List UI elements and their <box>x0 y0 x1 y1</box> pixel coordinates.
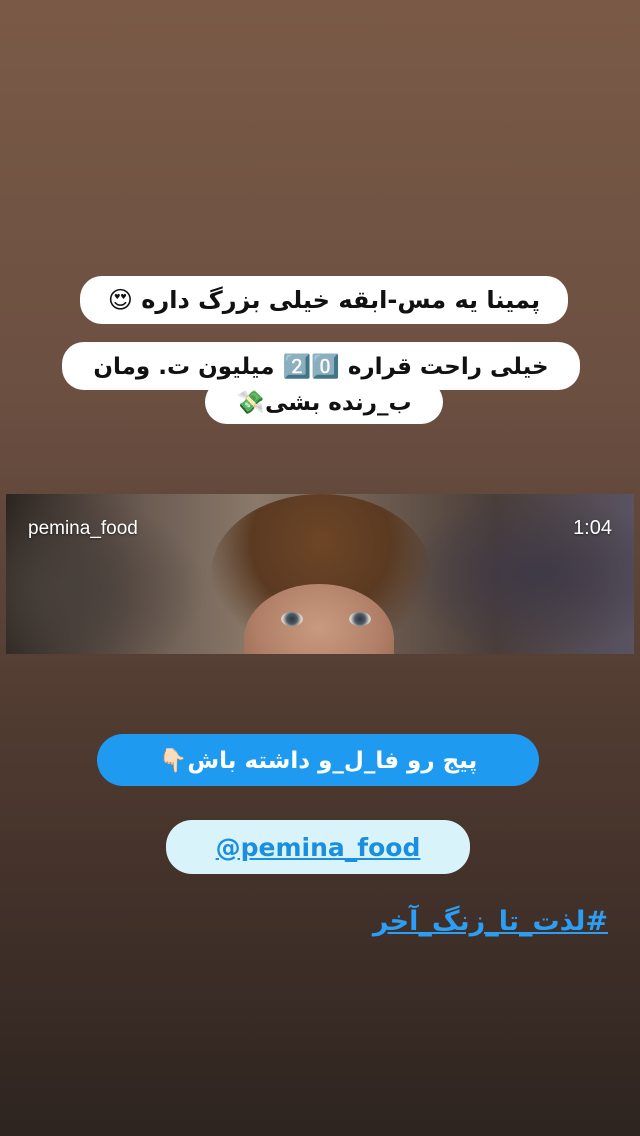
follow-sticker: پیج رو فا_ل_و داشته باش👇🏻 <box>97 734 539 786</box>
shared-video-post[interactable]: pemina_food 1:04 <box>6 494 634 654</box>
video-username[interactable]: pemina_food <box>28 518 138 540</box>
video-subject-eye-left <box>281 612 303 626</box>
caption-line-3: ب_رنده بشی💸 <box>205 380 443 424</box>
caption-line-3-text: ب_رنده بشی💸 <box>236 389 412 416</box>
follow-sticker-text: پیج رو فا_ل_و داشته باش👇🏻 <box>158 747 478 774</box>
video-duration: 1:04 <box>573 517 612 539</box>
mention-link[interactable]: @pemina_food <box>216 833 421 862</box>
mention-sticker[interactable]: @pemina_food <box>166 820 470 874</box>
caption-line-1: پمینا یه مس-ابقه خیلی بزرگ داره 😍 <box>80 276 568 324</box>
hashtag-sticker[interactable]: #لذت_تا_زنگ_آخر <box>373 906 608 937</box>
caption-line-2-text: خیلی راحت قراره 2️⃣0️⃣ میلیون ت. ومان <box>93 353 549 380</box>
caption-line-1-text: پمینا یه مس-ابقه خیلی بزرگ داره 😍 <box>107 286 541 314</box>
video-subject-eye-right <box>349 612 371 626</box>
